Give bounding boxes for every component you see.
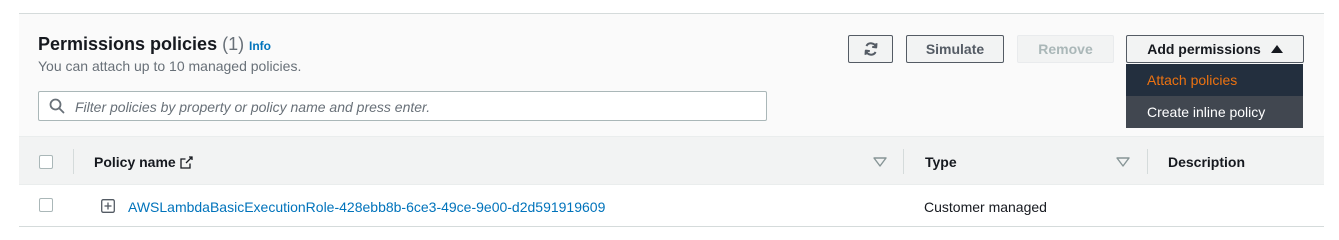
- add-permissions-button[interactable]: Add permissions: [1126, 35, 1304, 63]
- policy-name-link[interactable]: AWSLambdaBasicExecutionRole-428ebb8b-6ce…: [128, 199, 605, 215]
- sort-caret-icon[interactable]: [873, 157, 887, 167]
- remove-button[interactable]: Remove: [1017, 35, 1114, 63]
- policy-type-cell: Customer managed: [924, 199, 1047, 215]
- table-header: Policy name Type Description: [19, 136, 1324, 185]
- menu-item-attach-policies[interactable]: Attach policies: [1126, 64, 1303, 96]
- column-header-description[interactable]: Description: [1168, 154, 1245, 170]
- page-title: Permissions policies (1): [38, 34, 244, 55]
- select-all-checkbox[interactable]: [39, 155, 53, 169]
- table-row: AWSLambdaBasicExecutionRole-428ebb8b-6ce…: [19, 185, 1324, 226]
- info-link[interactable]: Info: [249, 39, 271, 53]
- add-permissions-menu: Attach policies Create inline policy: [1126, 64, 1303, 128]
- add-permissions-label: Add permissions: [1147, 41, 1261, 57]
- column-divider: [1147, 149, 1148, 174]
- permissions-policies-panel: Permissions policies (1) Info You can at…: [19, 13, 1324, 227]
- menu-item-create-inline-policy[interactable]: Create inline policy: [1126, 96, 1303, 128]
- column-header-type[interactable]: Type: [925, 154, 957, 170]
- simulate-button[interactable]: Simulate: [906, 35, 1004, 63]
- refresh-button[interactable]: [848, 35, 893, 63]
- title-text: Permissions policies: [38, 34, 218, 54]
- filter-input[interactable]: [73, 96, 757, 118]
- panel-header: Permissions policies (1) Info You can at…: [19, 14, 1324, 136]
- refresh-icon: [864, 42, 877, 56]
- expand-plus-icon[interactable]: [101, 199, 115, 213]
- column-divider: [73, 149, 74, 174]
- column-header-policy-name[interactable]: Policy name: [94, 154, 193, 170]
- external-link-icon: [180, 156, 193, 169]
- sort-caret-icon[interactable]: [1116, 157, 1130, 167]
- caret-up-icon: [1270, 45, 1283, 53]
- row-checkbox[interactable]: [39, 198, 53, 212]
- column-header-label: Policy name: [94, 154, 176, 170]
- policy-count: (1): [222, 34, 245, 54]
- column-divider: [903, 149, 904, 174]
- search-icon: [49, 98, 65, 114]
- filter-box[interactable]: [38, 91, 767, 121]
- panel-description: You can attach up to 10 managed policies…: [38, 58, 302, 74]
